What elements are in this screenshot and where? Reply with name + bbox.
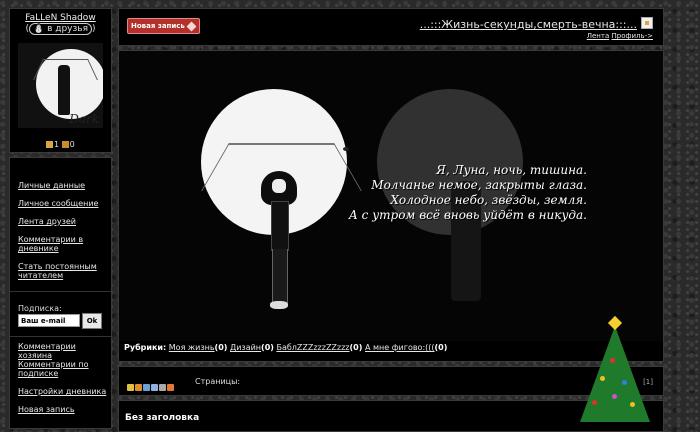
username-link[interactable]: FaLLeN Shadow bbox=[10, 13, 111, 23]
sidebar-item-owner-comments[interactable]: Комментарии хозяина bbox=[18, 342, 108, 360]
poem-text: Я, Луна, ночь, тишина. Молчанье немое, з… bbox=[327, 163, 587, 223]
main-header: Новая запись ...:::Жизнь-секунды,смерть-… bbox=[118, 8, 664, 46]
rubric-link[interactable]: Дизайн bbox=[230, 343, 261, 352]
sidebar-item-private-message[interactable]: Личное сообщение bbox=[18, 199, 108, 208]
avatar-signature: Dark bbox=[69, 112, 99, 126]
post-image: Я, Луна, ночь, тишина. Молчанье немое, з… bbox=[119, 51, 663, 341]
sidebar-item-new-post[interactable]: Новая запись bbox=[18, 405, 108, 414]
sidebar-item-subscription-comments[interactable]: Комментарии по подписке bbox=[18, 360, 108, 378]
sidebar-item-friends-feed[interactable]: Лента друзей bbox=[18, 217, 108, 226]
star-icon[interactable] bbox=[127, 384, 134, 391]
rubric-count: (0) bbox=[261, 343, 274, 352]
profile-panel: FaLLeN Shadow (⛄ в друзья) Dark 1 0 bbox=[9, 8, 112, 153]
new-post-button[interactable]: Новая запись bbox=[127, 18, 200, 34]
poem-line: А с утром всё вновь уйдёт в никуда. bbox=[348, 208, 587, 222]
rubric-count: (0) bbox=[434, 343, 448, 352]
print-icon[interactable] bbox=[151, 384, 158, 391]
rubric-count: (0) bbox=[349, 343, 363, 352]
comments-icon bbox=[61, 141, 69, 148]
posts-icon bbox=[46, 141, 53, 148]
rubrics: Рубрики: Моя жизнь(0) Дизайн(0) БаблZZZz… bbox=[124, 343, 447, 352]
poem-line: Молчанье немое, закрыты глаза. bbox=[371, 178, 587, 192]
sidebar-divider bbox=[10, 336, 111, 337]
figure bbox=[261, 171, 297, 311]
poem-line: Я, Луна, ночь, тишина. bbox=[436, 163, 587, 177]
poem-line: Холодное небо, звёзды, земля. bbox=[390, 193, 587, 207]
count-a: 1 bbox=[54, 140, 60, 149]
pencil-icon bbox=[186, 21, 197, 31]
rubric-link[interactable]: БаблZZZzzzZZzzz bbox=[276, 343, 349, 352]
header-links: Лента Профиль-> bbox=[587, 32, 653, 40]
new-post-label: Новая запись bbox=[131, 22, 185, 30]
lenta-link[interactable]: Лента bbox=[587, 32, 610, 40]
add-friend-icon: ⛄ bbox=[32, 24, 45, 34]
sidebar-divider bbox=[10, 291, 111, 292]
sidebar-item-personal-data[interactable]: Личные данные bbox=[18, 181, 108, 190]
email-field[interactable] bbox=[18, 314, 80, 327]
rubric-link[interactable]: Моя жизнь bbox=[169, 343, 215, 352]
bird bbox=[343, 147, 349, 151]
post-tools bbox=[127, 377, 175, 396]
pages-label: Страницы: bbox=[195, 377, 241, 386]
sidebar-item-diary-comments[interactable]: Комментарии в дневнике bbox=[18, 235, 108, 253]
count-b: 0 bbox=[69, 140, 75, 149]
subscribe-ok-button[interactable]: Ok bbox=[82, 313, 102, 329]
sidebar-menu: Личные данные Личное сообщение Лента дру… bbox=[9, 157, 112, 429]
add-friend-link[interactable]: (⛄ в друзья) bbox=[10, 23, 111, 35]
lock-icon[interactable] bbox=[641, 17, 653, 29]
rss-icon[interactable] bbox=[167, 384, 174, 391]
subscribe-label: Подписка: bbox=[18, 304, 62, 313]
blog-title[interactable]: ...:::Жизнь-секунды,смерть-вечна:::... bbox=[420, 18, 637, 31]
add-friend-label: в друзья bbox=[47, 24, 89, 34]
rubrics-label: Рубрики: bbox=[124, 343, 167, 352]
christmas-tree-decoration bbox=[580, 315, 650, 422]
profile-link[interactable]: Профиль-> bbox=[611, 32, 653, 40]
sidebar-item-diary-settings[interactable]: Настройки дневника bbox=[18, 387, 108, 396]
post: Я, Луна, ночь, тишина. Молчанье немое, з… bbox=[118, 50, 664, 362]
edit-icon[interactable] bbox=[143, 384, 150, 391]
smile-icon[interactable] bbox=[135, 384, 142, 391]
rubric-count: (0) bbox=[214, 343, 228, 352]
profile-counts: 1 0 bbox=[46, 140, 75, 149]
mail-icon[interactable] bbox=[159, 384, 166, 391]
sidebar-item-become-reader[interactable]: Стать постоянным читателем bbox=[18, 262, 108, 280]
avatar[interactable]: Dark bbox=[18, 43, 103, 128]
rubric-link[interactable]: А мне фигово:((( bbox=[365, 343, 435, 352]
